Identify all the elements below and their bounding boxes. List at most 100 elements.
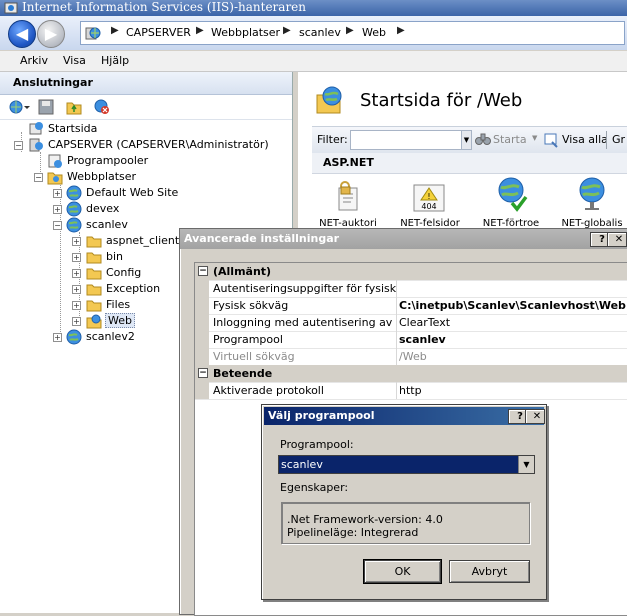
breadcrumb-separator-icon: ▶ [196,25,204,36]
property-name: Fysisk sökväg [213,299,289,312]
folder-icon [86,297,102,313]
property-row[interactable]: Aktiverade protokoll http [195,382,627,400]
expand-icon[interactable]: + [72,301,81,310]
collapse-icon[interactable]: − [53,221,62,230]
group-by-button[interactable]: Gr [612,133,625,146]
tree-label: aspnet_client [106,234,180,247]
sites-folder-icon [47,169,63,185]
tree-label: Exception [106,282,161,295]
ok-button[interactable]: OK [363,559,442,584]
toolbar-divider [606,131,607,149]
globe-icon [66,217,82,233]
property-row[interactable]: Fysisk sökväg C:\inetpub\Scanlev\Scanlev… [195,297,627,315]
tree-item-devex[interactable]: + devex [0,201,292,217]
up-folder-icon[interactable] [66,99,82,115]
breadcrumb-separator-icon: ▶ [283,25,291,36]
expand-icon[interactable]: + [53,205,62,214]
globalization-icon [577,176,607,212]
expand-icon[interactable]: + [53,333,62,342]
chevron-down-icon[interactable]: ▼ [518,456,534,473]
breadcrumb-webbplatser[interactable]: Webbplatser [211,26,280,39]
back-arrow-icon: ◀ [15,24,29,43]
expand-icon[interactable]: + [72,317,81,326]
grid-margin [195,297,209,314]
property-value[interactable]: http [399,384,627,397]
close-button[interactable]: ✕ [525,409,545,424]
expand-icon[interactable]: + [72,285,81,294]
page-title: Startsida för /Web [360,90,523,111]
property-value[interactable]: ClearText [399,316,627,329]
folder-icon [86,265,102,281]
window-title-bar: Internet Information Services (IIS)-hant… [0,0,627,16]
show-all-button[interactable]: Visa alla [562,133,608,146]
property-row[interactable]: Autentiseringsuppgifter för fysisk sökv [195,280,627,298]
cancel-button[interactable]: Avbryt [449,560,530,583]
tree-label: Default Web Site [86,186,179,199]
category-row-beteende[interactable]: − Beteende [195,365,627,383]
binoculars-icon[interactable] [475,132,491,146]
property-row[interactable]: Programpool scanlev [195,331,627,349]
grid-margin [195,382,209,399]
server-icon [28,137,44,153]
folder-icon [86,249,102,265]
property-row[interactable]: Inloggning med autentisering av typer Cl… [195,314,627,332]
app-pool-select[interactable]: scanlev ▼ [278,455,535,474]
collapse-icon[interactable]: − [198,368,208,378]
breadcrumb-web[interactable]: Web [362,26,386,39]
menu-visa[interactable]: Visa [63,54,86,67]
grid-margin [195,280,209,297]
grid-margin [195,348,209,365]
back-button[interactable]: ◀ [8,20,36,48]
property-name: Programpool [213,333,283,346]
server-globe-icon [85,25,101,41]
property-row[interactable]: Virtuell sökväg /Web [195,348,627,366]
grid-divider [396,314,397,331]
globe-icon [66,329,82,345]
filter-bar: Filter: ▼ Starta ▼ Visa alla Gr [312,126,627,154]
tree-item-default-web-site[interactable]: + Default Web Site [0,185,292,201]
folder-icon [86,233,102,249]
app-pool-label: Programpool: [280,438,354,451]
advanced-settings-title: Avancerade inställningar [184,232,340,245]
tree-item-programpooler[interactable]: Programpooler [0,153,292,169]
filter-dropdown-icon[interactable]: ▼ [461,130,472,150]
menu-hjalp[interactable]: Hjälp [101,54,129,67]
grid-divider [396,382,397,399]
category-row-allmant[interactable]: − (Allmänt) [195,263,627,281]
expand-icon[interactable]: + [72,269,81,278]
collapse-icon[interactable]: − [34,173,43,182]
close-button[interactable]: ✕ [607,232,627,247]
disconnect-icon[interactable] [94,99,110,115]
connect-globe-icon[interactable] [8,99,30,115]
tree-item-startsida[interactable]: Startsida [0,121,292,137]
save-icon[interactable] [38,99,54,115]
globe-icon [66,201,82,217]
property-value[interactable]: C:\inetpub\Scanlev\Scanlevhost\Web [399,299,627,312]
globe-icon [66,185,82,201]
start-filter-button[interactable]: Starta [493,133,527,146]
svg-text:!: ! [427,192,430,201]
collapse-icon[interactable]: − [198,266,208,276]
property-value[interactable]: scanlev [399,333,627,346]
tree-item-capserver[interactable]: − CAPSERVER (CAPSERVER\Administratör) [0,137,292,153]
expand-icon[interactable]: + [72,253,81,262]
tree-item-webbplatser[interactable]: − Webbplatser [0,169,292,185]
menu-arkiv[interactable]: Arkiv [20,54,48,67]
collapse-icon[interactable]: − [14,141,23,150]
filter-input[interactable] [350,130,470,150]
advanced-settings-title-bar: Avancerade inställningar ? ✕ [180,229,627,249]
breadcrumb-scanlev[interactable]: scanlev [299,26,341,39]
forward-button[interactable]: ▶ [37,20,65,48]
start-dropdown-icon[interactable]: ▼ [532,134,537,142]
expand-icon[interactable]: + [53,189,62,198]
address-bar[interactable]: ▶ CAPSERVER ▶ Webbplatser ▶ scanlev ▶ We… [80,21,625,45]
expand-icon[interactable]: + [72,237,81,246]
show-all-icon [544,132,560,148]
tree-label: bin [106,250,124,263]
breadcrumb-capserver[interactable]: CAPSERVER [126,26,191,39]
grid-divider [396,297,397,314]
property-value: /Web [399,350,427,363]
error-code-badge: 404 [421,202,437,211]
folder-icon [86,281,102,297]
property-name: Aktiverade protokoll [213,384,324,397]
